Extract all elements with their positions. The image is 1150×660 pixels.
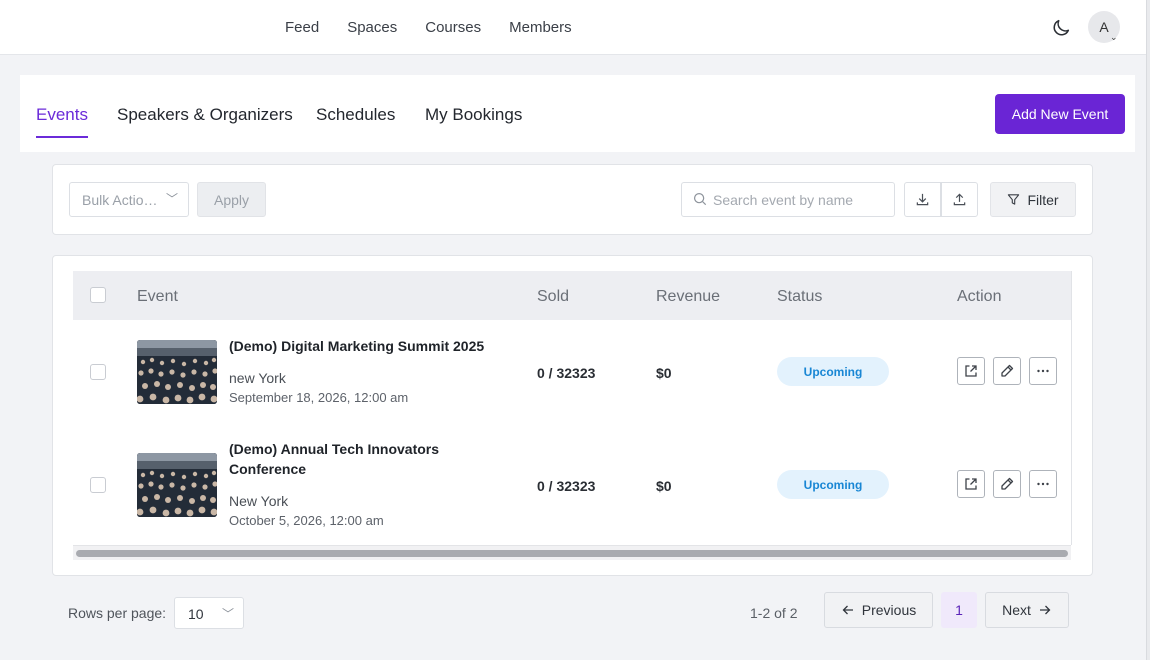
- more-options-button[interactable]: [1029, 357, 1057, 385]
- dark-mode-toggle-icon[interactable]: [1050, 17, 1072, 39]
- column-status: Status: [777, 288, 823, 305]
- bulk-action-label: Bulk Actio…: [82, 192, 158, 208]
- tab-my-bookings[interactable]: My Bookings: [425, 105, 522, 125]
- row-checkbox[interactable]: [90, 477, 106, 493]
- status-badge: Upcoming: [777, 357, 889, 386]
- table-toolbar: Bulk Actio… ﹀ Apply Filter: [52, 164, 1093, 235]
- column-event: Event: [137, 288, 178, 305]
- edit-event-button[interactable]: [993, 357, 1021, 385]
- filter-button[interactable]: Filter: [990, 182, 1076, 217]
- event-title[interactable]: (Demo) Annual Tech Innovators Conference: [229, 439, 469, 479]
- previous-label: Previous: [861, 602, 917, 618]
- ellipsis-icon: [1037, 369, 1049, 373]
- page-number-button[interactable]: 1: [941, 592, 977, 628]
- next-page-button[interactable]: Next: [985, 592, 1069, 628]
- pencil-icon: [1001, 477, 1014, 490]
- ellipsis-icon: [1037, 482, 1049, 486]
- tab-schedules[interactable]: Schedules: [316, 105, 395, 125]
- sold-count: 0 / 32323: [537, 478, 596, 494]
- table-row: (Demo) Annual Tech Innovators Conference…: [73, 433, 1071, 546]
- pagination-range: 1-2 of 2: [750, 605, 798, 621]
- tab-speakers-organizers[interactable]: Speakers & Organizers: [117, 105, 293, 125]
- horizontal-scrollbar[interactable]: [73, 545, 1071, 560]
- chevron-down-icon: ﹀: [221, 607, 234, 621]
- nav-members[interactable]: Members: [509, 19, 572, 36]
- event-thumbnail: [137, 453, 217, 517]
- view-event-button[interactable]: [957, 470, 985, 498]
- top-navbar: Feed Spaces Courses Members A ⌄: [0, 0, 1146, 55]
- status-badge: Upcoming: [777, 470, 889, 499]
- rows-per-page-label: Rows per page:: [68, 605, 167, 621]
- add-new-event-button[interactable]: Add New Event: [995, 94, 1125, 134]
- table-right-edge: [1071, 271, 1072, 545]
- nav-spaces[interactable]: Spaces: [347, 19, 397, 36]
- revenue-value: $0: [656, 478, 672, 494]
- previous-page-button[interactable]: Previous: [824, 592, 933, 628]
- chevron-down-icon: ﹀: [165, 192, 178, 206]
- edit-event-button[interactable]: [993, 470, 1021, 498]
- main-nav: Feed Spaces Courses Members: [285, 19, 572, 36]
- events-table: Event Sold Revenue Status Action (Demo) …: [52, 255, 1093, 576]
- download-icon: [916, 193, 929, 206]
- next-label: Next: [1002, 602, 1031, 618]
- pencil-icon: [1001, 364, 1014, 377]
- tab-events[interactable]: Events: [36, 105, 88, 138]
- sold-count: 0 / 32323: [537, 365, 596, 381]
- event-location: New York: [229, 493, 289, 509]
- column-revenue: Revenue: [656, 288, 721, 305]
- filter-label: Filter: [1027, 191, 1059, 208]
- view-event-button[interactable]: [957, 357, 985, 385]
- upload-button[interactable]: [941, 182, 978, 217]
- filter-icon: [1008, 194, 1020, 205]
- external-link-icon: [965, 478, 977, 490]
- upload-icon: [953, 193, 966, 206]
- table-row: (Demo) Digital Marketing Summit 2025 new…: [73, 320, 1071, 433]
- window-edge: [1146, 0, 1150, 660]
- revenue-value: $0: [656, 365, 672, 381]
- event-thumbnail: [137, 340, 217, 404]
- table-header: Event Sold Revenue Status Action: [73, 271, 1071, 320]
- select-all-checkbox[interactable]: [90, 287, 106, 303]
- row-checkbox[interactable]: [90, 364, 106, 380]
- download-button[interactable]: [904, 182, 941, 217]
- event-tabs-bar: Events Speakers & Organizers Schedules M…: [20, 75, 1135, 152]
- nav-courses[interactable]: Courses: [425, 19, 481, 36]
- rows-per-page-value: 10: [188, 606, 204, 622]
- search-input[interactable]: [681, 182, 895, 217]
- event-title[interactable]: (Demo) Digital Marketing Summit 2025: [229, 336, 499, 356]
- event-location: new York: [229, 370, 286, 386]
- scrollbar-thumb[interactable]: [76, 550, 1068, 557]
- rows-per-page-select[interactable]: 10 ﹀: [174, 597, 244, 629]
- search-icon: [693, 192, 707, 206]
- external-link-icon: [965, 365, 977, 377]
- chevron-down-icon[interactable]: ⌄: [1110, 32, 1118, 43]
- arrow-left-icon: [842, 605, 853, 615]
- nav-feed[interactable]: Feed: [285, 19, 319, 36]
- column-action: Action: [957, 288, 1002, 305]
- more-options-button[interactable]: [1029, 470, 1057, 498]
- event-date: October 5, 2026, 12:00 am: [229, 513, 384, 528]
- apply-button[interactable]: Apply: [197, 182, 266, 217]
- arrow-right-icon: [1039, 605, 1051, 615]
- event-date: September 18, 2026, 12:00 am: [229, 390, 409, 405]
- bulk-action-select[interactable]: Bulk Actio… ﹀: [69, 182, 189, 217]
- column-sold: Sold: [537, 288, 570, 305]
